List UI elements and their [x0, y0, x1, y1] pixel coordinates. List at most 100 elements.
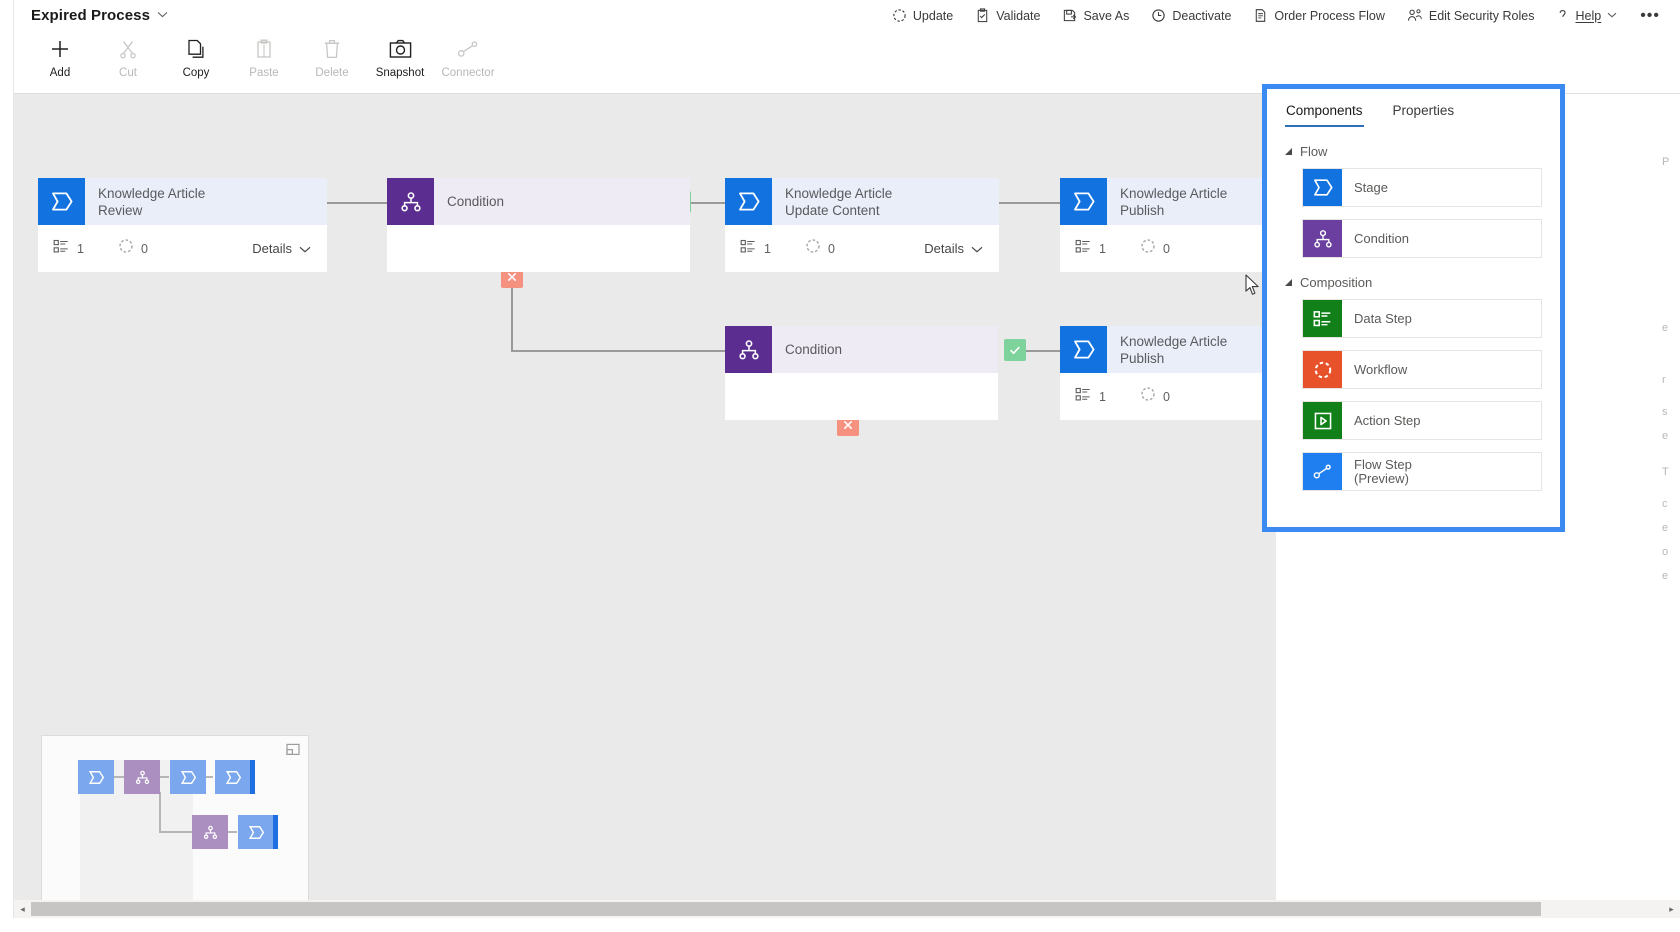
edit-security-roles-button[interactable]: Edit Security Roles: [1396, 3, 1546, 28]
tab-components[interactable]: Components: [1285, 99, 1364, 127]
node-body: [387, 225, 690, 272]
background-text: e: [1662, 322, 1669, 334]
group-header-flow[interactable]: Flow: [1285, 144, 1542, 159]
minimap-node-condition[interactable]: [124, 760, 160, 794]
process-title-dropdown[interactable]: Expired Process: [14, 7, 168, 24]
scrollbar-track[interactable]: [31, 902, 1663, 916]
chevron-down-icon: [971, 241, 983, 256]
component-stage[interactable]: Stage: [1302, 168, 1542, 207]
deactivate-button[interactable]: Deactivate: [1140, 3, 1242, 28]
flow-step-icon: [1303, 453, 1342, 490]
horizontal-scrollbar[interactable]: ◂ ▸: [14, 900, 1680, 918]
background-text: e: [1662, 522, 1669, 534]
save-as-label: Save As: [1083, 8, 1130, 23]
window-bottom-strip: [0, 918, 1680, 932]
minimap-node-stage[interactable]: [170, 760, 206, 794]
component-data-step[interactable]: Data Step: [1302, 299, 1542, 338]
help-button[interactable]: Help: [1545, 3, 1628, 28]
node-footer: 1 0 Details: [725, 225, 999, 272]
connector-label: Connector: [441, 67, 495, 79]
component-action-step[interactable]: Action Step: [1302, 401, 1542, 440]
node-details-button[interactable]: Details: [924, 241, 983, 256]
node-workflow-stat: 0: [1140, 386, 1170, 407]
scroll-left-arrow[interactable]: ◂: [14, 904, 31, 915]
node-title-line2: Publish: [1120, 350, 1165, 366]
node-details-button[interactable]: Details: [252, 241, 311, 256]
node-workflow-stat: 0: [1140, 238, 1170, 259]
node-footer: 1 0 Details: [38, 225, 327, 272]
wire-cond1yes-to-update: [690, 202, 725, 204]
validate-button[interactable]: Validate: [964, 3, 1051, 28]
wire-update-to-publish1: [999, 202, 1060, 204]
data-step-icon: [1075, 239, 1092, 259]
triangle-expanded-icon: [1285, 148, 1292, 155]
background-text: e: [1662, 570, 1669, 582]
component-workflow[interactable]: Workflow: [1302, 350, 1542, 389]
condition-2-yes-badge[interactable]: [1004, 339, 1026, 361]
command-bar: Expired Process Update Validate Save As …: [14, 0, 1680, 31]
plus-icon: [49, 38, 71, 60]
node-body: [725, 373, 998, 420]
panel-tabs: Components Properties: [1285, 89, 1542, 127]
page-title: Expired Process: [31, 7, 151, 24]
paste-icon: [254, 38, 274, 60]
node-workflow-stat: 0: [118, 238, 148, 259]
condition-icon: [725, 326, 772, 373]
node-title-line2: Update Content: [785, 202, 880, 218]
component-condition-label: Condition: [1354, 230, 1409, 246]
order-process-flow-button[interactable]: Order Process Flow: [1242, 3, 1395, 28]
chevron-down-icon[interactable]: [157, 11, 168, 21]
paste-label: Paste: [249, 67, 279, 79]
save-as-icon: [1062, 8, 1077, 23]
validate-label: Validate: [996, 8, 1041, 23]
minimap-node-stage[interactable]: [78, 760, 114, 794]
help-label: Help: [1575, 8, 1602, 23]
condition-node-1[interactable]: Condition: [387, 178, 690, 272]
minimap-node-condition[interactable]: [192, 815, 228, 849]
scrollbar-thumb[interactable]: [31, 902, 1541, 916]
node-steps-stat: 1: [740, 239, 771, 259]
stage-icon: [1060, 178, 1107, 225]
clipboard-check-icon: [975, 8, 990, 23]
workflow-circle-icon: [118, 238, 134, 259]
overflow-menu-button[interactable]: •••: [1628, 3, 1672, 29]
power-automate-process-designer: Expired Process Update Validate Save As …: [0, 0, 1680, 932]
condition-node-2[interactable]: Condition: [725, 326, 998, 420]
workflow-circle-icon: [1303, 351, 1342, 388]
background-text: P: [1662, 156, 1670, 168]
snapshot-tool[interactable]: Snapshot: [366, 31, 434, 79]
wire-cond2yes-to-publish2: [1025, 350, 1061, 352]
minimap[interactable]: [41, 735, 309, 904]
component-data-step-label: Data Step: [1354, 310, 1412, 326]
node-header: Condition: [725, 326, 998, 373]
node-title-line1: Knowledge Article: [1120, 333, 1228, 349]
save-as-button[interactable]: Save As: [1051, 3, 1140, 28]
node-title: Condition: [772, 326, 998, 373]
chevron-down-icon[interactable]: [1607, 11, 1617, 21]
overflow-dots-icon: •••: [1640, 6, 1660, 24]
paste-tool: Paste: [230, 31, 298, 79]
data-step-icon: [1075, 387, 1092, 407]
stage-node-knowledge-article-update-content[interactable]: Knowledge Article Update Content 1 0 Det…: [725, 178, 999, 272]
expand-minimap-icon[interactable]: [286, 743, 300, 756]
copy-tool[interactable]: Copy: [162, 31, 230, 79]
minimap-node-stage[interactable]: [215, 760, 255, 794]
component-flow-step[interactable]: Flow Step (Preview): [1302, 452, 1542, 491]
data-step-icon: [53, 239, 70, 259]
command-bar-actions: Update Validate Save As Deactivate Order…: [881, 3, 1680, 29]
add-tool[interactable]: Add: [26, 31, 94, 79]
trash-icon: [323, 38, 341, 60]
node-workflow-count: 0: [140, 241, 148, 256]
node-header: Knowledge Article Update Content: [725, 178, 999, 225]
group-header-composition[interactable]: Composition: [1285, 275, 1542, 290]
component-condition[interactable]: Condition: [1302, 219, 1542, 258]
node-title: Condition: [434, 178, 690, 225]
update-button[interactable]: Update: [881, 3, 964, 28]
background-text: s: [1662, 406, 1668, 418]
workflow-circle-icon: [892, 8, 907, 23]
minimap-node-stage[interactable]: [238, 815, 278, 849]
stage-node-knowledge-article-review[interactable]: Knowledge Article Review 1 0 Details: [38, 178, 327, 272]
scroll-right-arrow[interactable]: ▸: [1663, 904, 1680, 915]
copy-label: Copy: [182, 67, 210, 79]
tab-properties[interactable]: Properties: [1392, 99, 1456, 127]
